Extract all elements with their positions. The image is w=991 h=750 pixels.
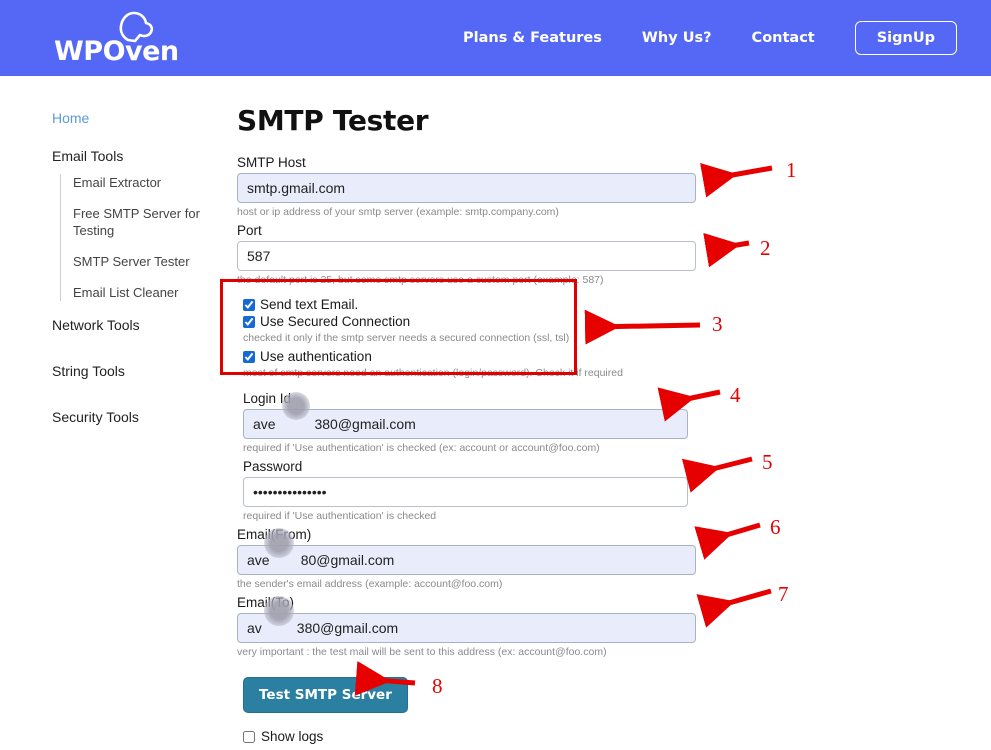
label-login-id: Login Id [243,391,292,406]
page-title: SMTP Tester [237,104,429,137]
hint-password: required if 'Use authentication' is chec… [243,510,437,522]
show-logs-checkbox[interactable] [243,730,255,743]
login-id-input[interactable] [243,409,688,439]
label-port: Port [237,223,262,238]
nav-plans-features[interactable]: Plans & Features [443,30,622,46]
hint-port: the default port is 25, but some smtp se… [237,274,604,286]
hint-login-id: required if 'Use authentication' is chec… [243,442,600,454]
label-email-to: Email(To) [237,595,295,610]
use-secured-connection-label[interactable]: Use Secured Connection [260,314,410,329]
annotation-number-4: 4 [730,383,741,407]
password-input[interactable] [243,477,688,507]
sidebar-item-smtp-server-tester[interactable]: SMTP Server Tester [73,253,227,270]
use-secured-connection-checkbox[interactable] [243,315,255,328]
logo[interactable]: WPOven [54,10,204,66]
hint-use-secured-connection: checked it only if the smtp server needs… [243,332,570,344]
annotation-number-7: 7 [778,582,789,606]
sidebar-group-security-tools[interactable]: Security Tools [52,409,227,425]
signup-button[interactable]: SignUp [854,21,957,55]
annotation-number-6: 6 [770,515,781,539]
email-to-input[interactable] [237,613,696,643]
show-logs-row[interactable]: Show logs [243,729,707,744]
annotation-number-3: 3 [712,312,723,336]
option-use-secured-connection[interactable]: Use Secured Connection [243,314,707,329]
sidebar-group-email-tools[interactable]: Email Tools [52,148,227,164]
send-text-email-checkbox[interactable] [243,298,255,311]
send-text-email-label[interactable]: Send text Email. [260,297,358,312]
sidebar-item-email-list-cleaner[interactable]: Email List Cleaner [73,284,227,301]
port-input[interactable] [237,241,696,271]
label-password: Password [243,459,303,474]
annotation-number-2: 2 [760,236,771,260]
site-header: WPOven Plans & Features Why Us? Contact … [0,0,991,76]
options-group: Send text Email. Use Secured Connection … [243,297,707,380]
use-authentication-checkbox[interactable] [243,350,255,363]
annotation-number-1: 1 [786,158,797,182]
use-authentication-label[interactable]: Use authentication [260,349,372,364]
hint-use-authentication: most of smtp servers need an authenticat… [243,367,623,379]
label-smtp-host: SMTP Host [237,155,306,170]
test-smtp-server-button[interactable]: Test SMTP Server [243,677,408,713]
logo-text: WPOven [54,36,179,67]
show-logs-label[interactable]: Show logs [261,729,323,744]
smtp-host-input[interactable] [237,173,696,203]
annotation-number-5: 5 [762,450,773,474]
nav-contact[interactable]: Contact [732,30,835,46]
sidebar-sublist-email-tools: Email Extractor Free SMTP Server for Tes… [60,174,227,301]
sidebar-item-home[interactable]: Home [52,110,227,126]
nav-why-us[interactable]: Why Us? [622,30,732,46]
sidebar-item-email-extractor[interactable]: Email Extractor [73,174,227,191]
option-send-text-email[interactable]: Send text Email. [243,297,707,312]
hint-smtp-host: host or ip address of your smtp server (… [237,206,559,218]
option-use-authentication[interactable]: Use authentication [243,349,707,364]
sidebar-group-network-tools[interactable]: Network Tools [52,317,227,333]
sidebar: Home Email Tools Email Extractor Free SM… [52,110,227,435]
sidebar-item-free-smtp-server[interactable]: Free SMTP Server for Testing [73,205,227,239]
email-from-input[interactable] [237,545,696,575]
main-nav: Plans & Features Why Us? Contact SignUp [443,0,957,76]
smtp-tester-form: SMTP Tester SMTP Host host or ip address… [237,104,707,744]
label-email-from: Email(From) [237,527,312,542]
page-root: WPOven Plans & Features Why Us? Contact … [0,0,991,750]
hint-email-from: the sender's email address (example: acc… [237,578,503,590]
hint-email-to: very important : the test mail will be s… [237,646,607,658]
sidebar-group-string-tools[interactable]: String Tools [52,363,227,379]
